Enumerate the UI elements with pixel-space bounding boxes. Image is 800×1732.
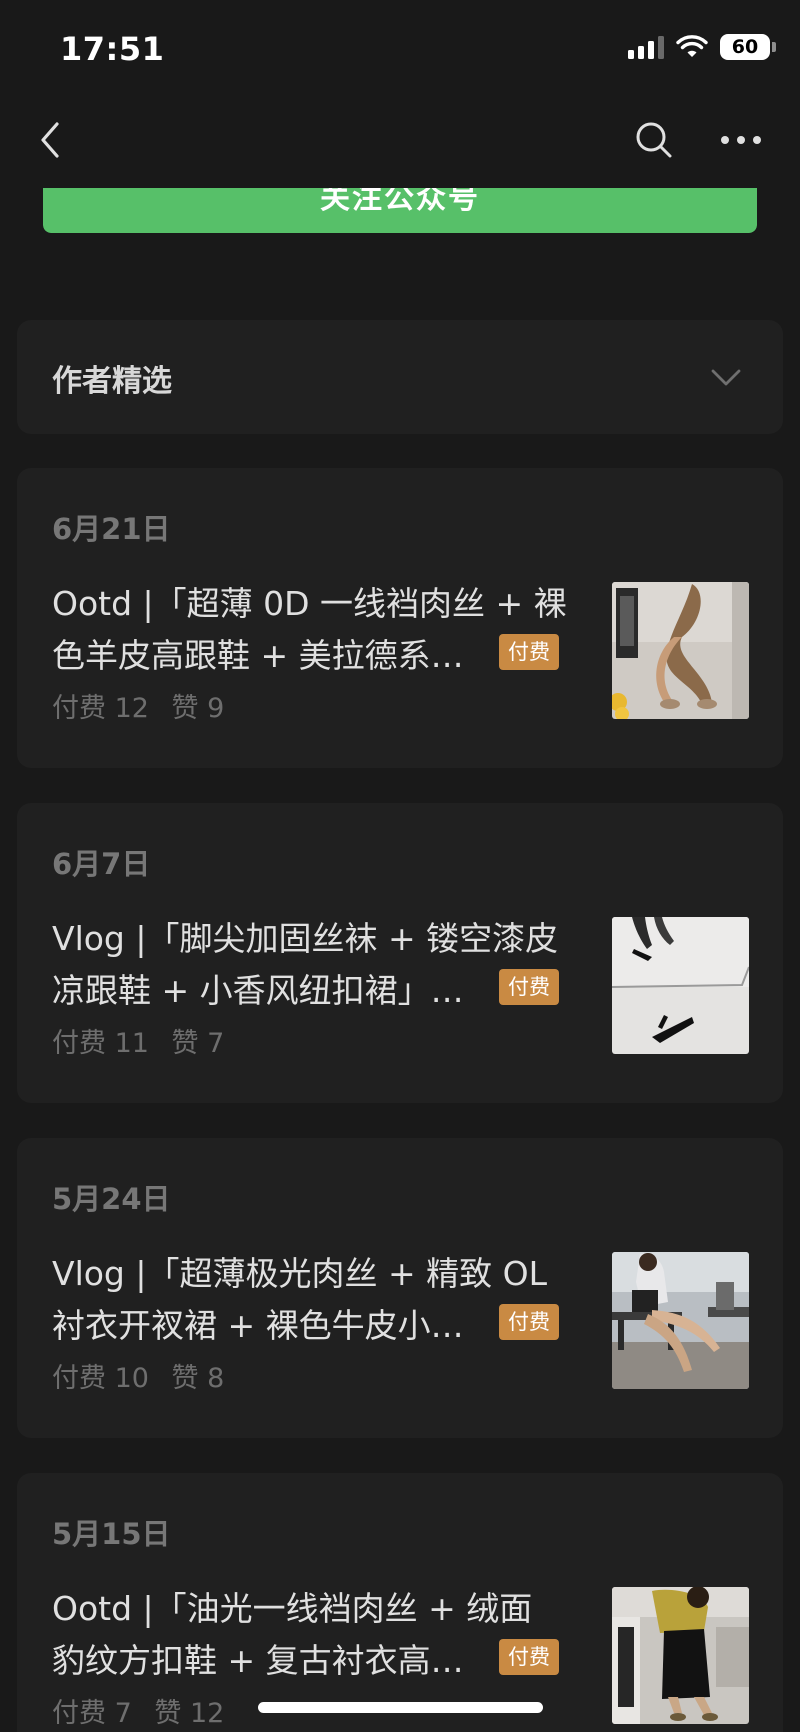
article-title-line: Vlog |「脚尖加固丝袜 + 镂空漆皮 <box>52 919 559 958</box>
search-button[interactable] <box>632 118 676 162</box>
status-bar: 17:51 60 <box>0 0 800 100</box>
article-stats: 付费 7 赞 12 <box>52 1691 224 1730</box>
more-dots-icon <box>721 136 761 144</box>
like-count: 赞 9 <box>171 693 225 724</box>
nav-bar <box>0 100 800 180</box>
paid-badge: 付费 <box>499 634 559 670</box>
author-picks-title: 作者精选 <box>52 364 172 399</box>
search-icon <box>636 122 672 158</box>
chevron-left-icon <box>41 122 59 158</box>
status-time: 17:51 <box>60 30 165 68</box>
more-options-button[interactable] <box>716 118 766 162</box>
back-button[interactable] <box>30 118 70 162</box>
article-date: 6月7日 <box>52 847 151 881</box>
article-title-line: Ootd |「超薄 0D 一线裆肉丝 + 裸 <box>52 584 567 623</box>
paid-count: 付费 10 <box>52 1363 149 1394</box>
article-stats: 付费 10 赞 8 <box>52 1356 224 1395</box>
follow-account-button[interactable]: 关注公众号 <box>43 188 757 233</box>
article-card[interactable]: 5月24日 Vlog |「超薄极光肉丝 + 精致 OL 衬衣开衩裙 + 裸色牛皮… <box>17 1138 783 1438</box>
wifi-icon <box>676 35 708 57</box>
paid-badge: 付费 <box>499 969 559 1005</box>
battery-level: 60 <box>731 36 759 58</box>
status-icons: 60 <box>628 34 776 60</box>
screen: 17:51 60 关注公众号 作者精选 6月21日 Ootd |「超薄 0D 一… <box>0 0 800 1732</box>
paid-count: 付费 12 <box>52 693 149 724</box>
article-card[interactable]: 6月7日 Vlog |「脚尖加固丝袜 + 镂空漆皮 凉跟鞋 + 小香风纽扣裙」…… <box>17 803 783 1103</box>
follow-button-wrap: 关注公众号 <box>43 188 757 233</box>
like-count: 赞 12 <box>154 1698 225 1729</box>
article-card[interactable]: 6月21日 Ootd |「超薄 0D 一线裆肉丝 + 裸 色羊皮高跟鞋 + 美拉… <box>17 468 783 768</box>
author-picks-section[interactable]: 作者精选 <box>17 320 783 434</box>
paid-count: 付费 7 <box>52 1698 132 1729</box>
paid-badge: 付费 <box>499 1639 559 1675</box>
article-date: 5月24日 <box>52 1182 171 1216</box>
battery-indicator: 60 <box>720 34 776 60</box>
article-card[interactable]: 5月15日 Ootd |「油光一线裆肉丝 + 绒面 豹纹方扣鞋 + 复古衬衣高…… <box>17 1473 783 1732</box>
home-indicator[interactable] <box>258 1702 543 1713</box>
cellular-signal-icon <box>628 35 664 59</box>
chevron-down-icon <box>711 369 741 386</box>
article-date: 5月15日 <box>52 1517 171 1551</box>
article-stats: 付费 11 赞 7 <box>52 1021 224 1060</box>
article-date: 6月21日 <box>52 512 171 546</box>
article-title-line: Ootd |「油光一线裆肉丝 + 绒面 <box>52 1589 533 1628</box>
paid-count: 付费 11 <box>52 1028 149 1059</box>
battery-nub <box>772 42 776 52</box>
like-count: 赞 8 <box>171 1363 225 1394</box>
article-title-line: Vlog |「超薄极光肉丝 + 精致 OL <box>52 1254 547 1293</box>
like-count: 赞 7 <box>171 1028 225 1059</box>
article-thumbnail <box>612 582 749 719</box>
article-thumbnail <box>612 917 749 1054</box>
article-stats: 付费 12 赞 9 <box>52 686 224 725</box>
paid-badge: 付费 <box>499 1304 559 1340</box>
article-thumbnail <box>612 1252 749 1389</box>
article-thumbnail <box>612 1587 749 1724</box>
